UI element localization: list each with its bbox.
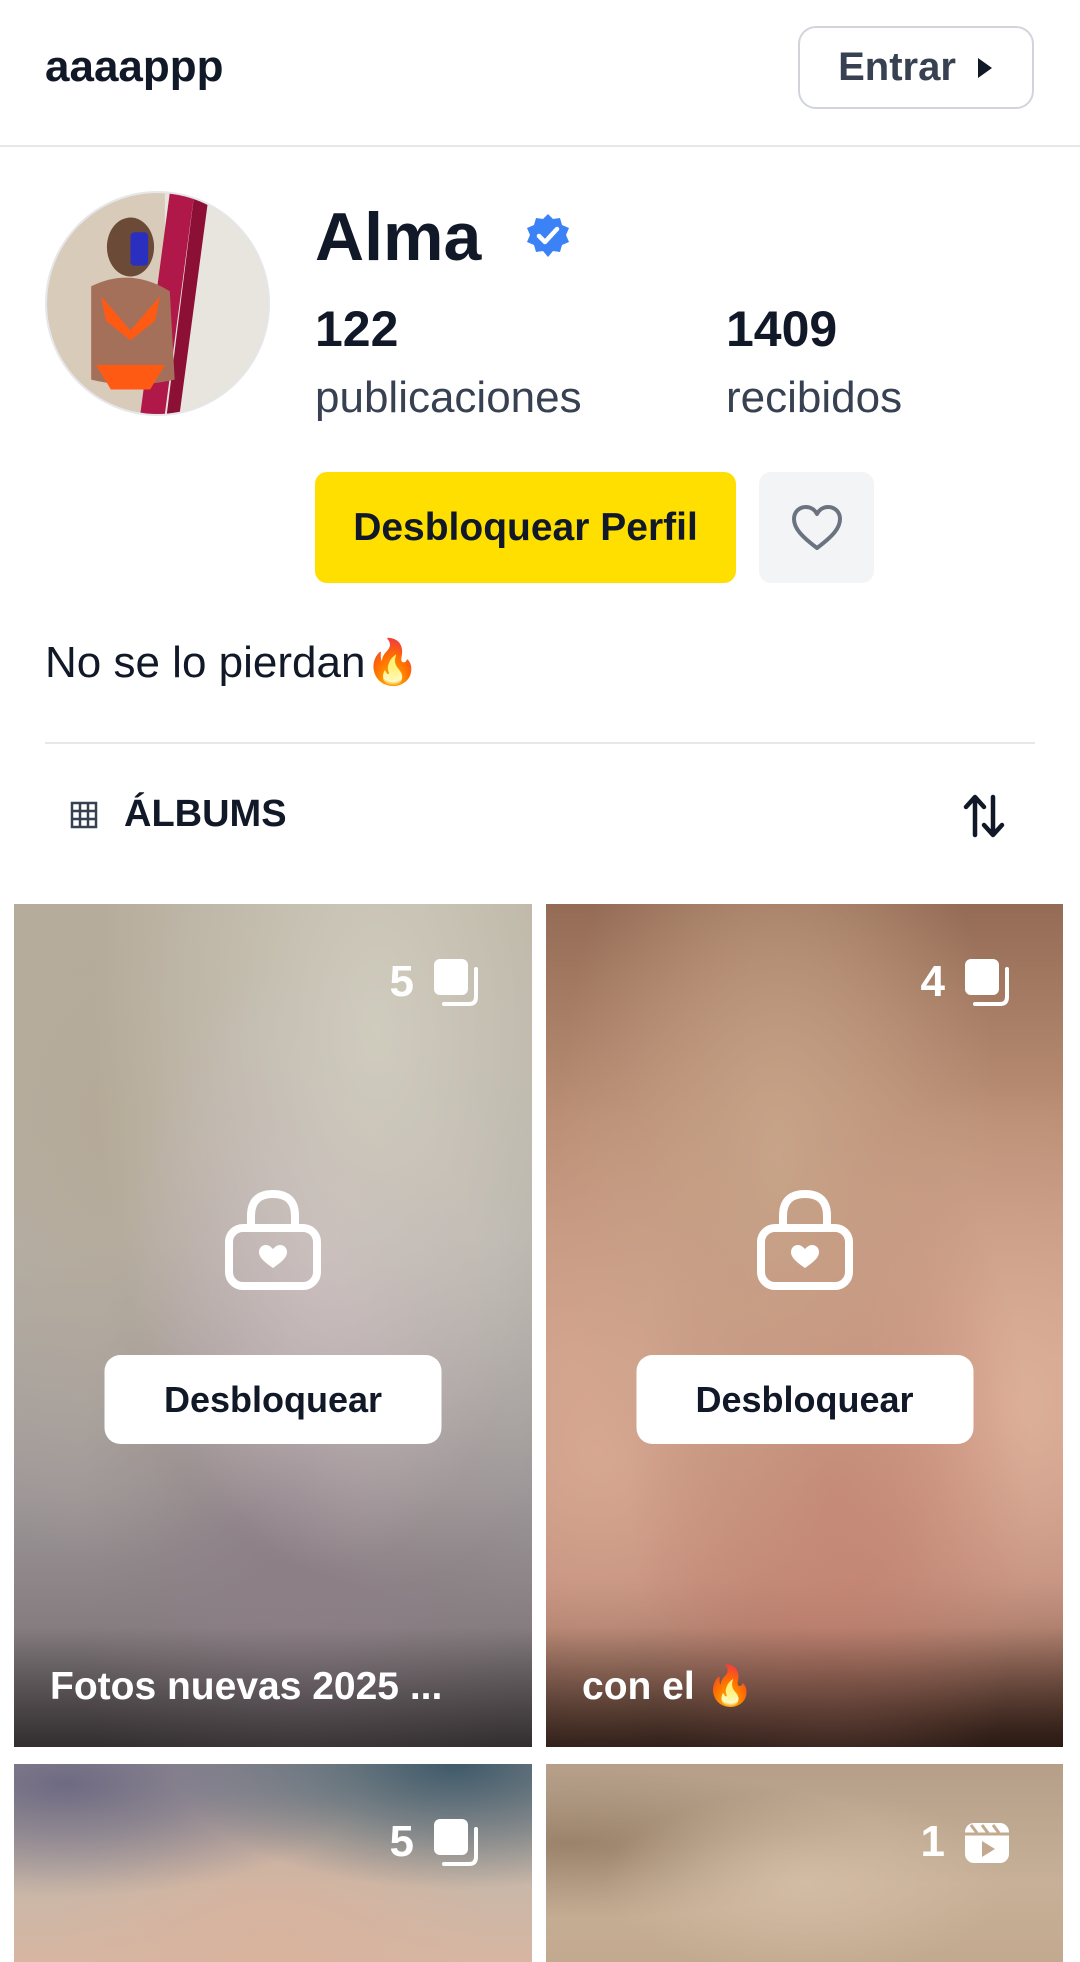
tab-albums-label: ÁLBUMS [124,793,287,835]
album-title: Fotos nuevas 2025 ... [50,1665,443,1708]
tab-albums[interactable]: ÁLBUMS [70,793,287,836]
login-button[interactable]: Entrar [798,26,1034,109]
unlock-album-button[interactable]: Desbloquear [104,1355,442,1444]
brand-name[interactable]: aaaappp [45,42,224,92]
received-count: 1409 [726,301,838,357]
stack-icon [965,959,1009,1006]
album-count-value: 1 [920,1817,945,1866]
stack-icon [434,959,478,1006]
caret-right-icon [977,57,992,78]
login-button-label: Entrar [838,45,956,89]
unlock-album-button[interactable]: Desbloquear [636,1355,973,1444]
album-count-value: 5 [389,957,414,1006]
album-video-count: 1 [921,1817,1011,1867]
avatar[interactable] [45,191,270,416]
profile-name: Alma [315,199,482,275]
section-divider [45,742,1035,744]
stack-icon [434,1819,478,1866]
album-blurred-cover [14,904,532,1747]
received-label: recibidos [726,373,903,422]
album-count-value: 5 [389,1817,414,1866]
album-card[interactable]: 1 [546,1764,1063,1962]
album-photo-count: 5 [390,957,480,1007]
heart-icon [791,504,842,550]
avatar-image [47,193,268,414]
posts-count: 122 [315,301,399,357]
unlock-profile-button[interactable]: Desbloquear Perfil [315,472,736,583]
favorite-button[interactable] [759,472,874,583]
lock-heart-icon [756,1189,853,1290]
lock-heart-icon [225,1189,321,1290]
album-blurred-cover [546,904,1063,1747]
video-clap-icon [965,1823,1009,1863]
grid-icon [70,801,98,828]
posts-label: publicaciones [315,373,582,422]
sort-icon[interactable] [963,793,1005,839]
album-card[interactable]: 5 Desbloquear Fotos nuevas 2025 ... [14,904,532,1747]
album-card[interactable]: 5 [14,1764,532,1962]
profile-bio: No se lo pierdan🔥 [45,638,421,687]
album-count-value: 4 [920,957,945,1006]
album-title: con el 🔥 [582,1665,755,1708]
album-card[interactable]: 4 Desbloquear con el 🔥 [546,904,1063,1747]
album-photo-count: 5 [390,1817,480,1867]
album-photo-count: 4 [921,957,1011,1007]
top-bar: aaaappp Entrar [0,0,1080,147]
verified-badge-icon [527,214,569,257]
